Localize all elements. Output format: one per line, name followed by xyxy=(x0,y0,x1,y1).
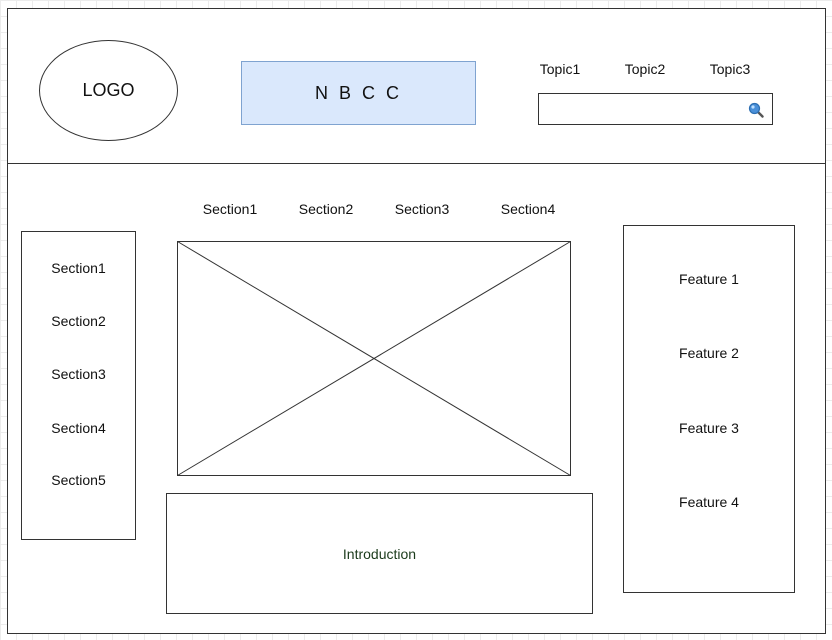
sidebar-item-section3[interactable]: Section3 xyxy=(22,364,135,384)
image-placeholder xyxy=(177,241,571,476)
introduction-label: Introduction xyxy=(342,545,417,562)
top-nav-section-3[interactable]: Section3 xyxy=(387,199,457,219)
header-divider xyxy=(7,163,826,164)
top-nav-section-1[interactable]: Section1 xyxy=(195,199,265,219)
features-panel: Feature 1 Feature 2 Feature 3 Feature 4 xyxy=(623,225,795,593)
topic-link-1[interactable]: Topic1 xyxy=(534,59,586,79)
topic-link-2[interactable]: Topic2 xyxy=(619,59,671,79)
feature-item-4: Feature 4 xyxy=(679,494,739,510)
top-nav-section-2[interactable]: Section2 xyxy=(291,199,361,219)
feature-item-1: Feature 1 xyxy=(679,271,739,287)
sidebar-item-section5[interactable]: Section5 xyxy=(22,470,135,490)
sidebar-item-section1[interactable]: Section1 xyxy=(22,258,135,278)
feature-item-2: Feature 2 xyxy=(679,345,739,361)
top-nav-section-4[interactable]: Section4 xyxy=(493,199,563,219)
sidebar-item-section2[interactable]: Section2 xyxy=(22,311,135,331)
search-box xyxy=(538,93,773,125)
logo[interactable]: LOGO xyxy=(39,40,178,141)
topic-link-3[interactable]: Topic3 xyxy=(704,59,756,79)
feature-item-3: Feature 3 xyxy=(679,420,739,436)
site-title-banner: N B C C xyxy=(241,61,476,125)
left-sidebar: Section1 Section2 Section3 Section4 Sect… xyxy=(21,231,136,540)
logo-text: LOGO xyxy=(82,80,135,100)
sidebar-item-section4[interactable]: Section4 xyxy=(22,418,135,438)
search-icon[interactable] xyxy=(748,102,764,118)
search-input[interactable] xyxy=(539,94,739,124)
site-title: N B C C xyxy=(314,82,402,103)
introduction-box: Introduction xyxy=(166,493,593,614)
